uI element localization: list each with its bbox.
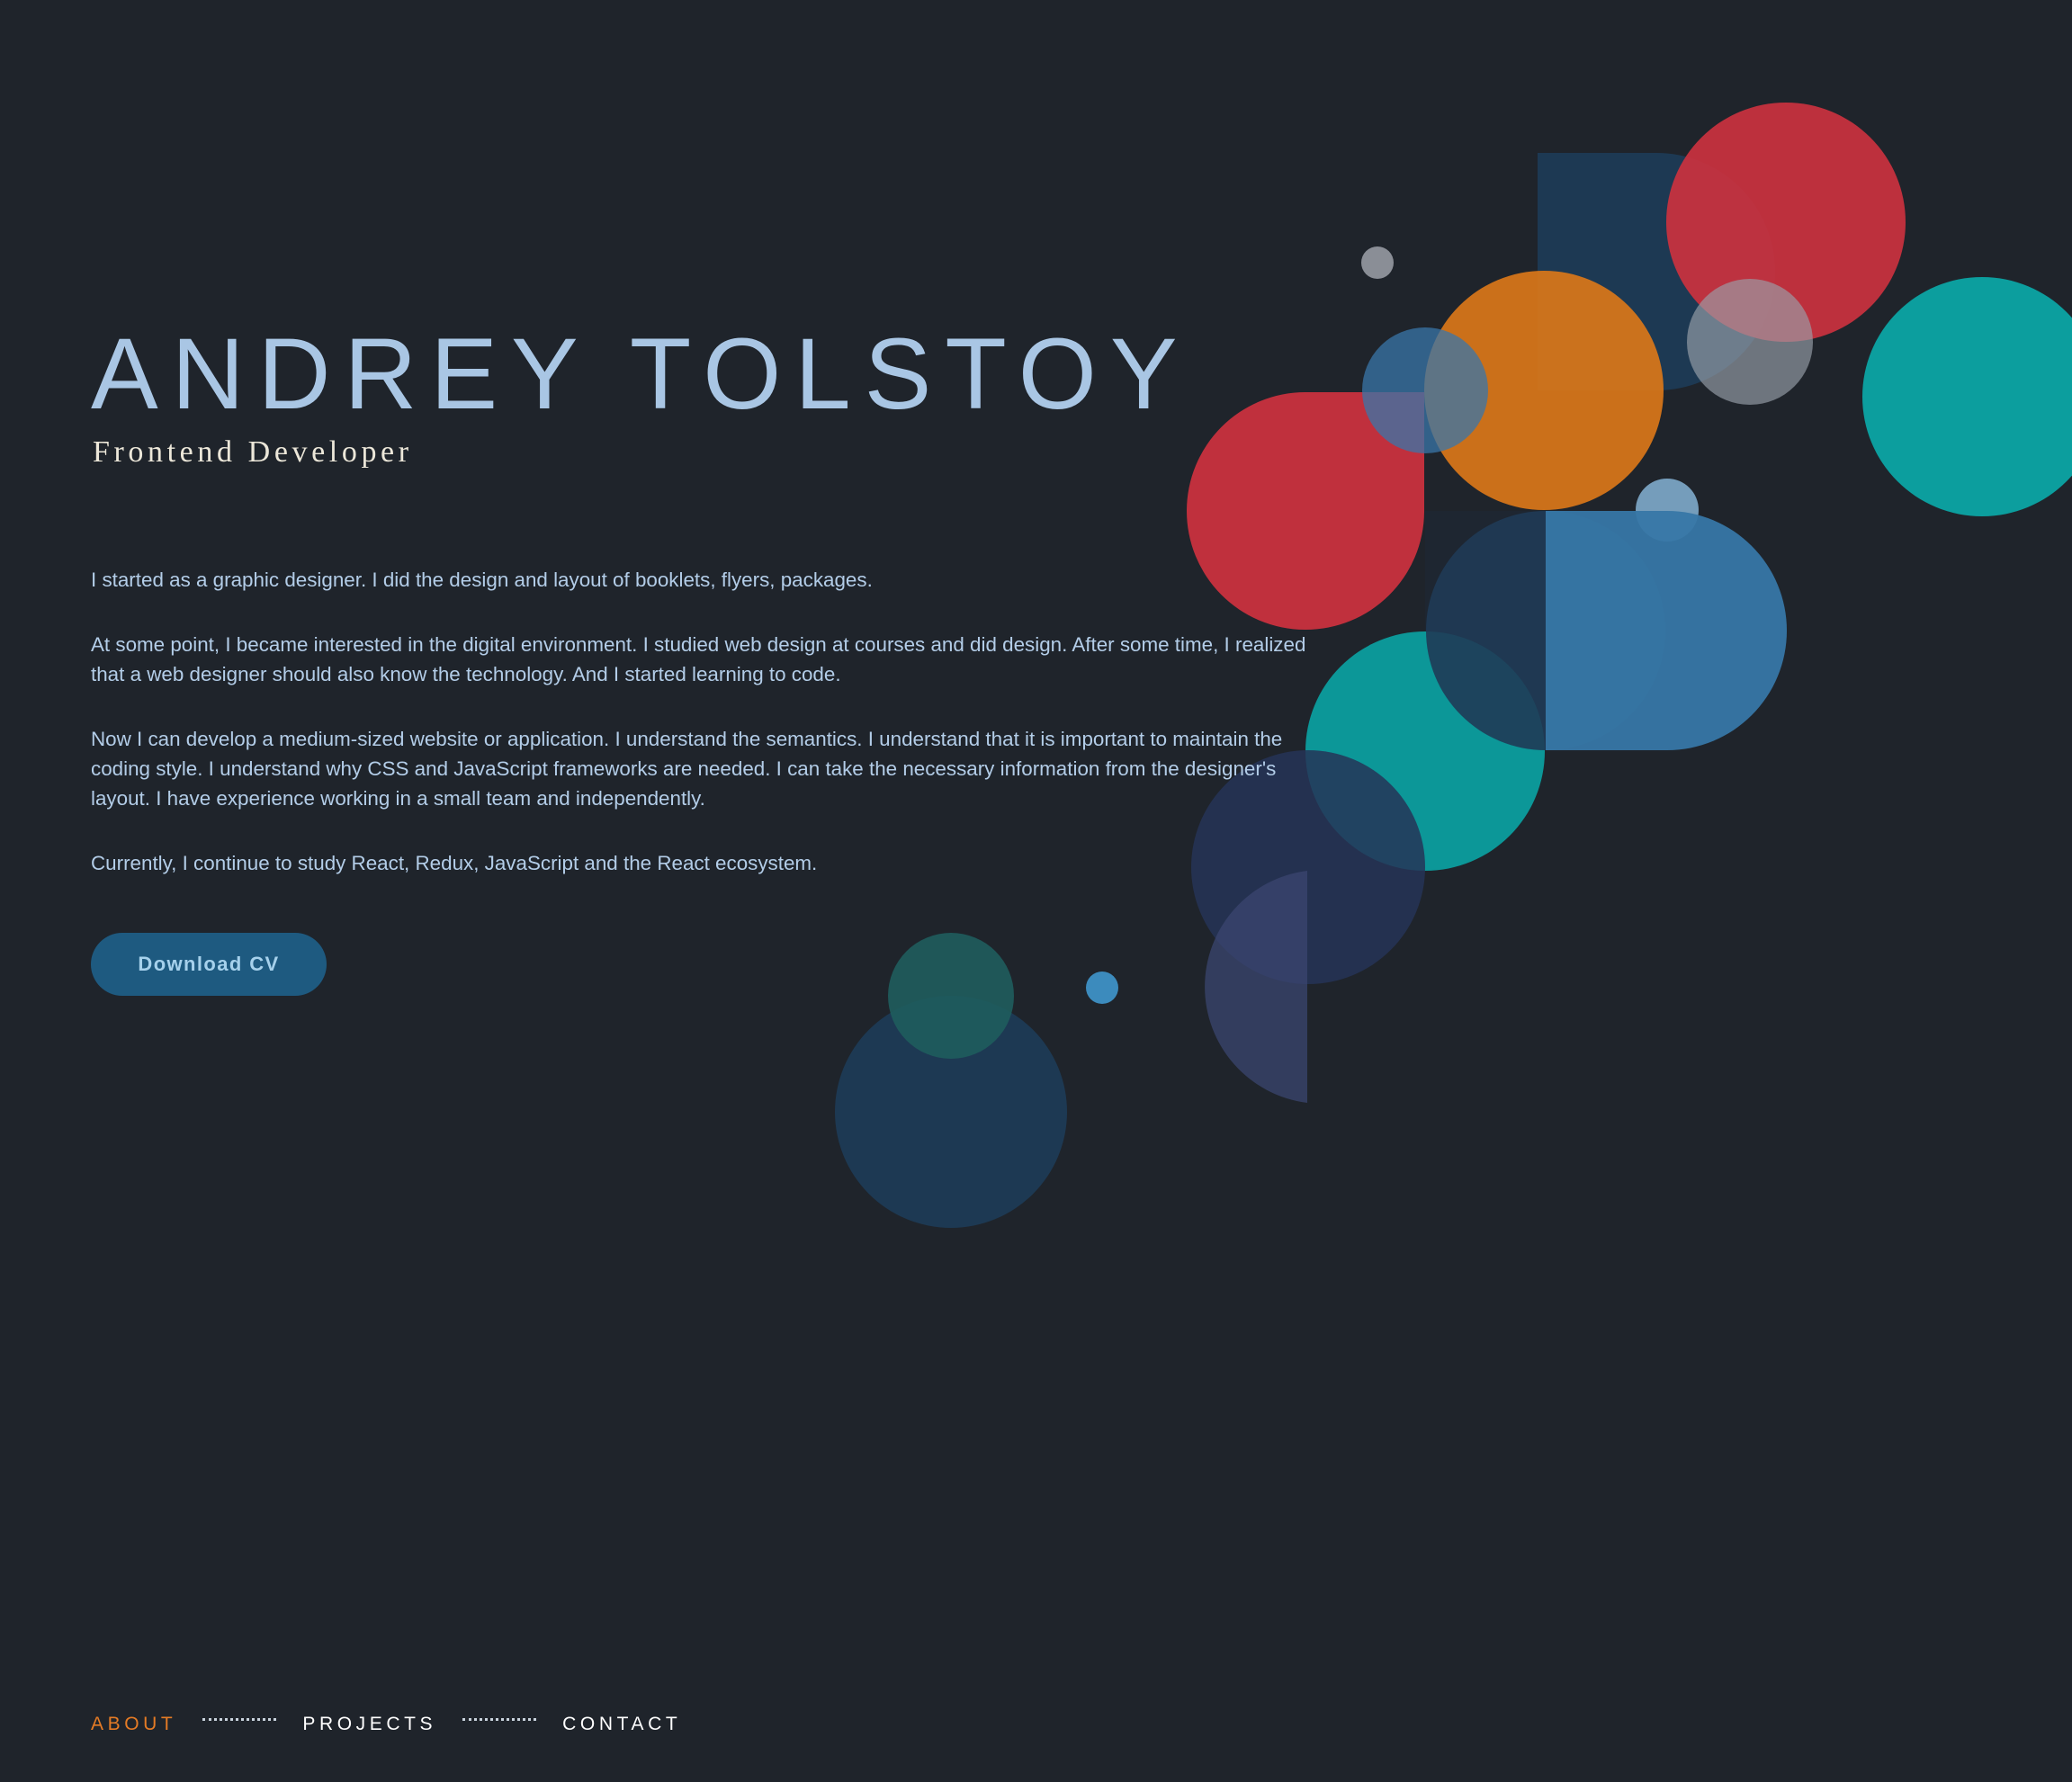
bio-paragraph: I started as a graphic designer. I did t… bbox=[91, 569, 873, 591]
teal-circle-edge bbox=[1862, 277, 2072, 516]
blue-circle-small bbox=[1362, 327, 1488, 453]
hero-header: ANDREY TOLSTOY Frontend Developer bbox=[91, 324, 1191, 470]
teal-dim-circle bbox=[888, 933, 1014, 1059]
bio-paragraph: Currently, I continue to study React, Re… bbox=[91, 852, 818, 874]
bio-section: I started as a graphic designer. I did t… bbox=[91, 565, 1332, 913]
nav-item-about[interactable]: ABOUT bbox=[91, 1714, 176, 1735]
job-title: Frontend Developer bbox=[93, 435, 413, 469]
gray-circle-overlap bbox=[1687, 279, 1813, 405]
bio-paragraph: At some point, I became interested in th… bbox=[91, 633, 1306, 685]
nav-item-contact[interactable]: CONTACT bbox=[562, 1714, 681, 1735]
download-cv-button[interactable]: Download CV bbox=[91, 933, 327, 996]
nav-item-projects[interactable]: PROJECTS bbox=[302, 1714, 436, 1735]
small-gray-dot bbox=[1361, 246, 1394, 279]
nav-dot-separator bbox=[202, 1717, 277, 1721]
bottom-nav: ABOUT PROJECTS CONTACT bbox=[91, 1714, 681, 1735]
bio-paragraph: Now I can develop a medium-sized website… bbox=[91, 728, 1283, 810]
page-title: ANDREY TOLSTOY bbox=[91, 318, 1191, 430]
nav-dot-separator bbox=[462, 1717, 537, 1721]
blue-half-circle bbox=[1546, 511, 1787, 750]
blue-small-dot bbox=[1086, 972, 1118, 1004]
